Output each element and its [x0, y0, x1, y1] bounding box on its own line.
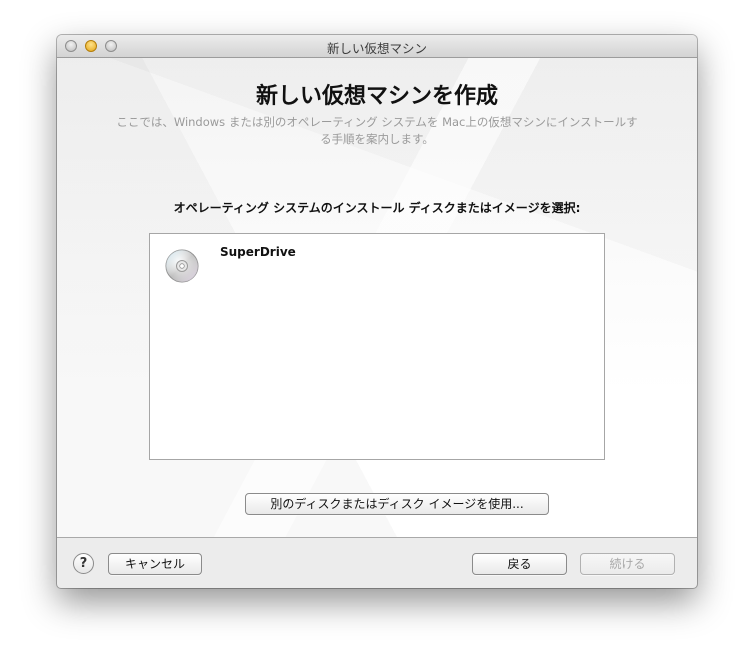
continue-button[interactable]: 続ける	[580, 553, 675, 575]
select-disc-prompt: オペレーティング システムのインストール ディスクまたはイメージを選択:	[173, 201, 581, 215]
subtitle-line-2: る手順を案内します。	[320, 132, 434, 146]
use-other-disc-button[interactable]: 別のディスクまたはディスク イメージを使用...	[245, 493, 549, 515]
title-bar: 新しい仮想マシン	[57, 35, 697, 58]
subtitle-line-1: ここでは、Windows または別のオペレーティング システムを Mac上の仮想…	[116, 115, 638, 129]
cancel-button[interactable]: キャンセル	[108, 553, 202, 575]
install-source-list[interactable]: SuperDrive	[149, 233, 605, 460]
back-button[interactable]: 戻る	[472, 553, 567, 575]
optical-disc-icon	[164, 248, 200, 284]
page-title: 新しい仮想マシンを作成	[255, 84, 498, 109]
page-subtitle: ここでは、Windows または別のオペレーティング システムを Mac上の仮想…	[77, 114, 677, 148]
help-button[interactable]: ?	[73, 553, 94, 574]
window-title: 新しい仮想マシン	[326, 41, 427, 56]
list-item-superdrive[interactable]: SuperDrive	[150, 234, 604, 294]
list-item-label: SuperDrive	[220, 245, 296, 259]
